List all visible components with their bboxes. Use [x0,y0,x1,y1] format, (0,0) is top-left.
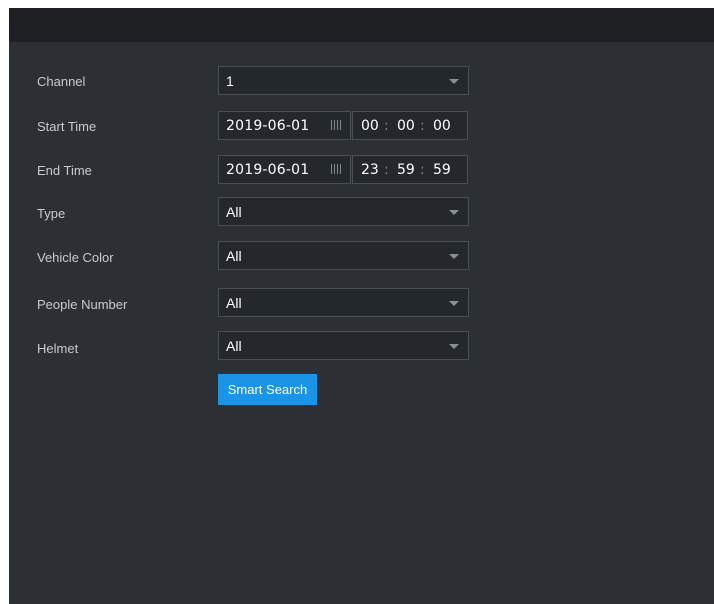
type-value: All [226,204,242,220]
type-label: Type [37,206,66,221]
time-separator: : [384,162,389,178]
start-time-label: Start Time [37,119,97,134]
start-hour[interactable]: 00 [361,118,379,134]
start-date-value: 2019-06-01 [226,118,310,134]
channel-select[interactable]: 1 [218,66,469,95]
chevron-down-icon [449,301,459,306]
time-separator: : [384,118,389,134]
search-panel: Channel 1 Start Time 2019-06-01 00 : 00 … [9,8,714,604]
end-time-label: End Time [37,163,92,178]
people-number-select[interactable]: All [218,288,469,317]
vehicle-color-value: All [226,248,242,264]
start-minute[interactable]: 00 [397,118,415,134]
end-date-field[interactable]: 2019-06-01 [218,155,351,184]
type-select[interactable]: All [218,197,469,226]
people-number-label: People Number [37,297,128,312]
vehicle-color-select[interactable]: All [218,241,469,270]
end-second[interactable]: 59 [433,162,451,178]
chevron-down-icon [449,344,459,349]
time-separator: : [420,162,425,178]
chevron-down-icon [449,210,459,215]
vehicle-color-label: Vehicle Color [37,250,114,265]
smart-search-button[interactable]: Smart Search [218,374,317,405]
time-separator: : [420,118,425,134]
start-second[interactable]: 00 [433,118,451,134]
helmet-value: All [226,338,242,354]
start-date-field[interactable]: 2019-06-01 [218,111,351,140]
helmet-select[interactable]: All [218,331,469,360]
start-time-field[interactable]: 00 : 00 : 00 [352,111,468,140]
people-number-value: All [226,295,242,311]
channel-label: Channel [37,74,86,89]
chevron-down-icon [449,254,459,259]
end-time-field[interactable]: 23 : 59 : 59 [352,155,468,184]
channel-value: 1 [226,73,234,89]
end-date-value: 2019-06-01 [226,162,310,178]
helmet-label: Helmet [37,341,79,356]
calendar-icon[interactable] [331,164,342,174]
calendar-icon[interactable] [331,120,342,130]
end-minute[interactable]: 59 [397,162,415,178]
chevron-down-icon [449,79,459,84]
end-hour[interactable]: 23 [361,162,379,178]
panel-titlebar [9,8,714,42]
